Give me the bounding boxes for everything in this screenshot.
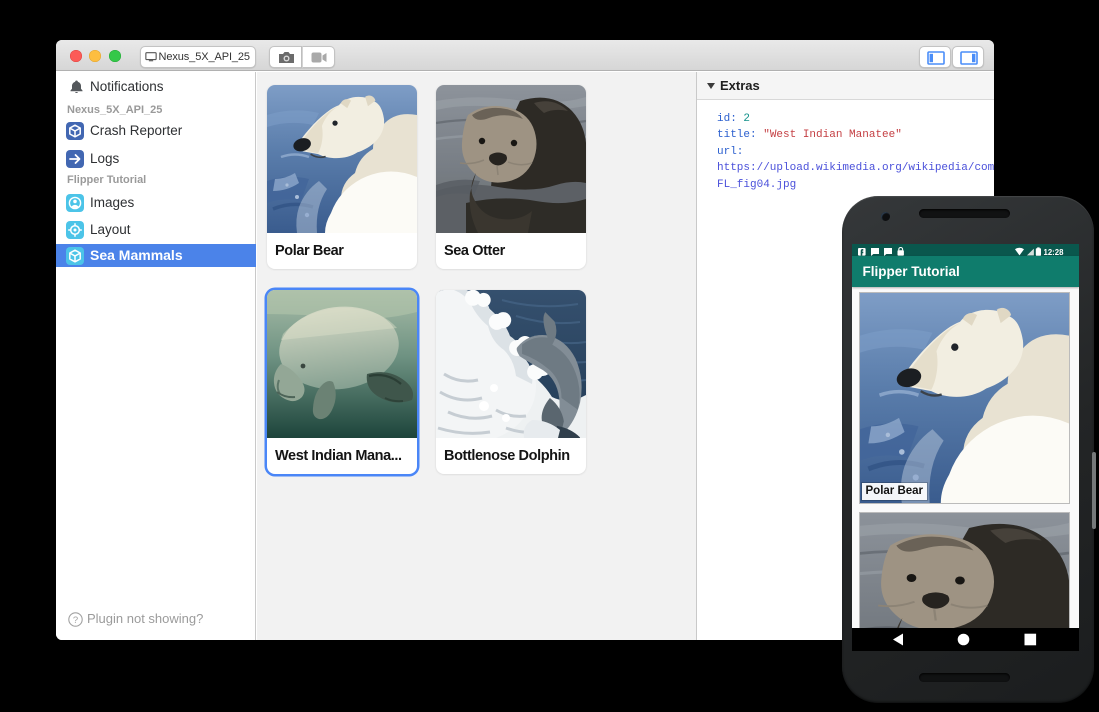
svg-text:?: ? [73,615,78,626]
